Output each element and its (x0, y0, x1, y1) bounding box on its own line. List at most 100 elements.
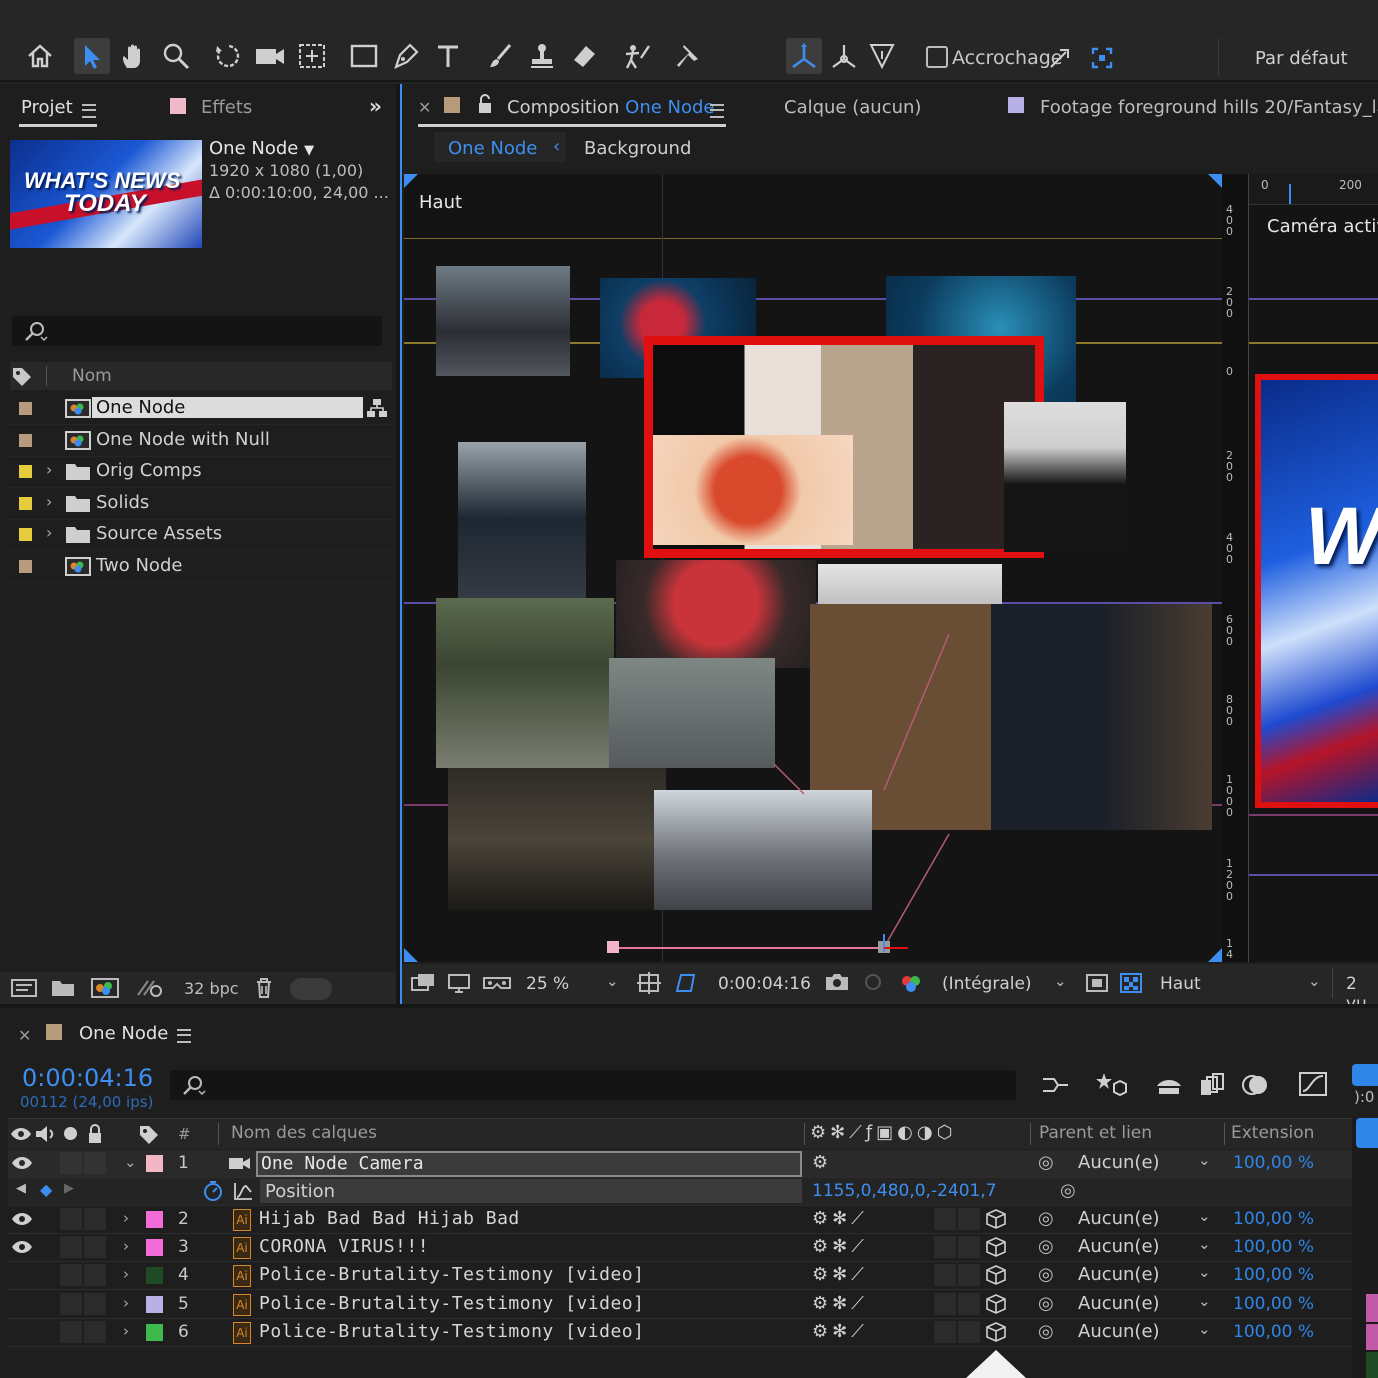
timeline-search-input[interactable] (170, 1070, 1016, 1100)
current-time[interactable]: 0:00:04:16 (718, 974, 811, 994)
layer-switches-icons[interactable]: ⚙✻⟋ (812, 1264, 868, 1285)
camera-tool-icon[interactable] (252, 38, 288, 74)
parent-chevron-down-icon[interactable]: ⌄ (1198, 1320, 1211, 1338)
motion-blur-icon[interactable] (1242, 1072, 1270, 1098)
layer-extension[interactable]: 100,00 % (1233, 1322, 1314, 1342)
snapping-checkbox[interactable] (926, 46, 948, 68)
motion-blur-toggle[interactable] (958, 1208, 980, 1230)
visibility-toggle[interactable] (11, 1323, 33, 1341)
work-area-start[interactable] (1352, 1064, 1378, 1086)
solo-toggle[interactable] (60, 1264, 82, 1287)
layer-extension[interactable]: 100,00 % (1233, 1209, 1314, 1229)
item-label-color[interactable] (19, 496, 32, 510)
roto-brush-tool-icon[interactable] (618, 38, 654, 74)
channels-icon[interactable] (898, 971, 924, 995)
interpret-footage-icon[interactable] (10, 977, 38, 999)
next-keyframe-icon[interactable]: ▶ (64, 1181, 74, 1196)
expand-chevron-icon[interactable]: › (123, 1294, 129, 1312)
graph-editor-icon[interactable] (1298, 1070, 1328, 1098)
column-layer-name[interactable]: Nom des calques (231, 1123, 377, 1143)
graph-icon[interactable] (232, 1180, 254, 1202)
parent-chevron-down-icon[interactable]: ⌄ (1198, 1151, 1211, 1169)
flowchart-node-icon[interactable] (366, 397, 388, 419)
resolution-select[interactable]: (Intégrale) (942, 974, 1032, 994)
lock-icon[interactable] (476, 93, 494, 115)
parent-select[interactable]: Aucun(e) (1078, 1321, 1160, 1342)
layer-name[interactable]: Police-Brutality-Testimony [video] (259, 1321, 644, 1342)
close-tab-icon[interactable]: ✕ (418, 98, 431, 117)
tab-project[interactable]: Projet (21, 97, 73, 118)
video-eye-header-icon[interactable] (10, 1125, 32, 1143)
lock-header-icon[interactable] (86, 1123, 104, 1145)
parent-chevron-down-icon[interactable]: ⌄ (1198, 1207, 1211, 1225)
tab-composition[interactable]: Composition One Node (507, 97, 715, 118)
view-select[interactable]: Haut (1160, 974, 1201, 994)
visibility-eye-icon[interactable] (11, 1238, 33, 1256)
new-folder-icon[interactable] (50, 977, 76, 999)
world-axis-mode-icon[interactable] (826, 38, 862, 74)
solo-toggle[interactable] (60, 1320, 82, 1343)
pick-whip-icon[interactable]: ◎ (1038, 1208, 1054, 1229)
layer-switches-icons[interactable]: ⚙✻⟋ (812, 1321, 868, 1342)
camera-layer-name-field[interactable]: One Node Camera (256, 1151, 802, 1177)
breadcrumb-one-node[interactable]: One Node (448, 138, 537, 159)
resolution-chevron-down-icon[interactable]: ⌄ (1054, 972, 1067, 990)
parent-select[interactable]: Aucun(e) (1078, 1152, 1160, 1173)
workspace-default[interactable]: Par défaut (1255, 48, 1348, 69)
prev-keyframe-icon[interactable]: ◀ (16, 1181, 26, 1196)
selection-tool-icon[interactable] (74, 38, 110, 74)
project-item[interactable]: › Orig Comps (10, 456, 392, 489)
audio-header-icon[interactable] (34, 1124, 58, 1144)
comp-name[interactable]: One Node ▼ (209, 138, 314, 159)
pen-tool-icon[interactable] (388, 38, 424, 74)
layer-row[interactable]: › 2 Ai Hijab Bad Bad Hijab Bad ⚙✻⟋ ◎ Aucun(e) ⌄… (8, 1206, 1358, 1234)
brush-tool-icon[interactable] (482, 38, 518, 74)
show-snapshot-icon[interactable] (860, 971, 886, 993)
project-item[interactable]: Two Node (10, 551, 392, 583)
lock-toggle[interactable] (84, 1292, 106, 1315)
zoom-tool-icon[interactable] (158, 38, 194, 74)
visibility-eye-icon[interactable] (11, 1154, 33, 1172)
render-settings-icon[interactable] (134, 977, 164, 999)
project-item[interactable]: One Node with Null (10, 425, 392, 457)
expand-chevron-icon[interactable]: › (123, 1237, 129, 1255)
layer-extension[interactable]: 100,00 % (1233, 1294, 1314, 1314)
layer-extension[interactable]: 100,00 % (1233, 1153, 1314, 1173)
project-item[interactable]: › Solids (10, 488, 392, 520)
solo-toggle[interactable] (60, 1292, 82, 1315)
parent-chevron-down-icon[interactable]: ⌄ (1198, 1235, 1211, 1253)
rotate-tool-icon[interactable] (210, 38, 246, 74)
pick-whip-icon[interactable]: ◎ (1038, 1293, 1054, 1314)
column-extension[interactable]: Extension (1231, 1123, 1314, 1143)
visibility-eye-icon[interactable] (11, 1210, 33, 1228)
lock-toggle[interactable] (84, 1320, 106, 1343)
panel-overflow-icon[interactable]: » (369, 94, 382, 118)
vr-goggles-icon[interactable] (482, 972, 512, 994)
layer-row[interactable]: › 6 Ai Police-Brutality-Testimony [video] ⚙✻… (8, 1319, 1358, 1347)
layer-label-color[interactable] (146, 1211, 163, 1228)
stopwatch-icon[interactable] (202, 1180, 224, 1202)
close-timeline-icon[interactable]: ✕ (18, 1026, 31, 1045)
layer-name[interactable]: CORONA VIRUS!!! (259, 1236, 429, 1257)
pan-behind-tool-icon[interactable] (294, 38, 330, 74)
parent-select[interactable]: Aucun(e) (1078, 1208, 1160, 1229)
expand-chevron-icon[interactable]: › (46, 460, 52, 479)
expand-chevron-icon[interactable]: › (123, 1265, 129, 1283)
tab-effects[interactable]: Effets (201, 97, 252, 118)
adjustment-toggle[interactable] (934, 1236, 956, 1259)
3d-layer-cube-icon[interactable] (986, 1209, 1006, 1229)
solo-toggle[interactable] (60, 1208, 82, 1230)
3d-layer-cube-icon[interactable] (986, 1265, 1006, 1286)
expand-chevron-icon[interactable]: › (123, 1209, 129, 1227)
project-item[interactable]: › Source Assets (10, 519, 392, 552)
adjustment-toggle[interactable] (934, 1208, 956, 1230)
tab-timeline[interactable]: One Node (79, 1023, 168, 1044)
rectangle-tool-icon[interactable] (346, 38, 382, 74)
zoom-select[interactable]: 25 % (526, 974, 569, 994)
adjustment-toggle[interactable] (934, 1292, 956, 1315)
view-axis-mode-icon[interactable] (864, 38, 900, 74)
layer-extension[interactable]: 100,00 % (1233, 1265, 1314, 1285)
lock-toggle[interactable] (84, 1264, 106, 1287)
3d-layer-cube-icon[interactable] (986, 1237, 1006, 1258)
view-chevron-down-icon[interactable]: ⌄ (1308, 972, 1321, 990)
